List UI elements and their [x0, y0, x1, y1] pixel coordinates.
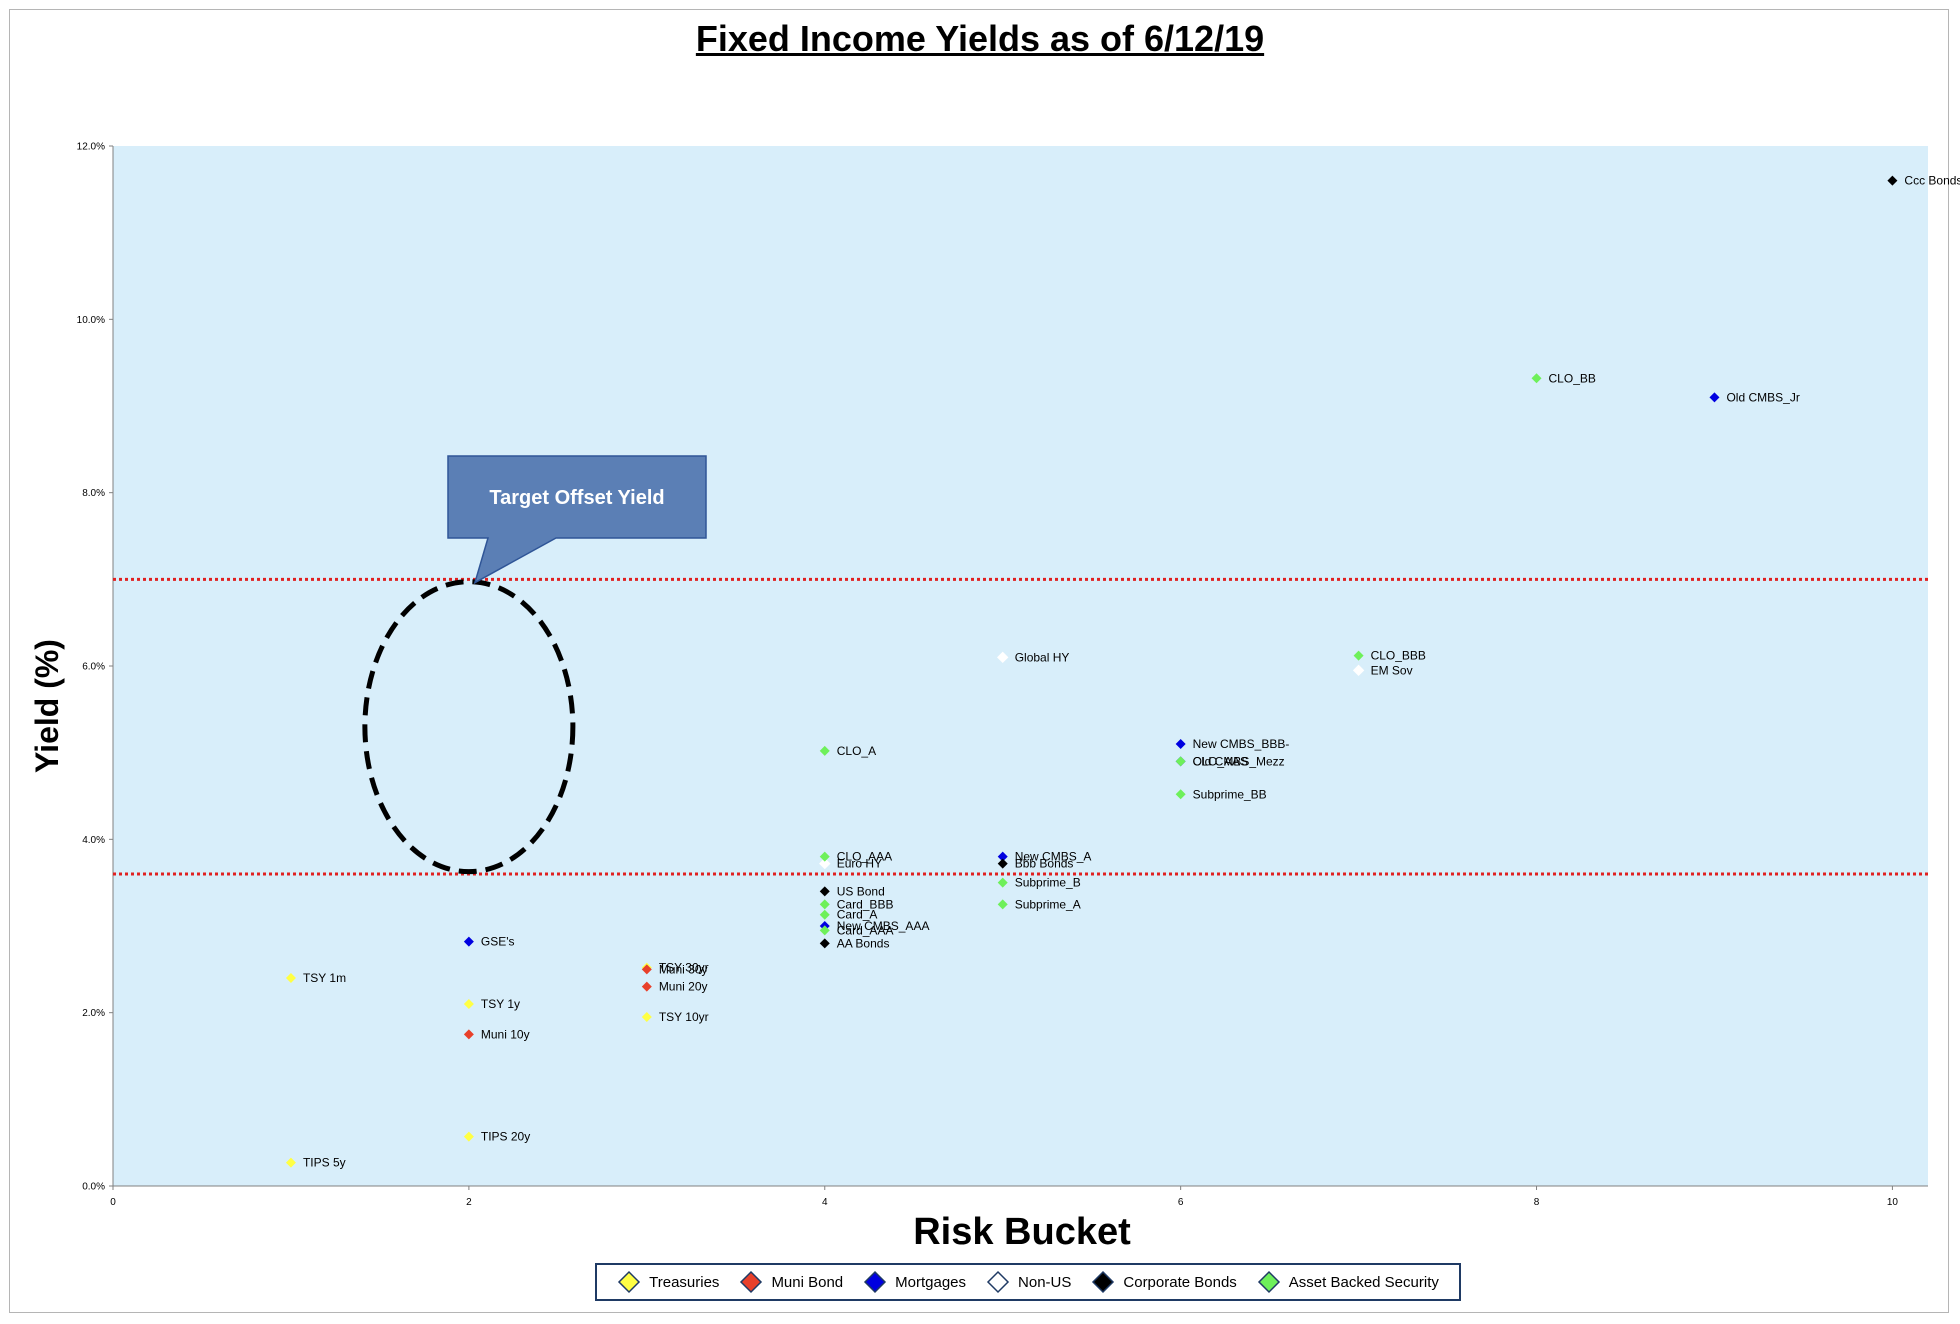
- callout-text: Target Offset Yield: [489, 487, 664, 509]
- point-label: Muni 30y: [659, 962, 708, 976]
- point-label: US Bond: [837, 884, 885, 898]
- point-label: Subprime_A: [1015, 897, 1081, 911]
- x-tick-label: 0: [110, 1197, 116, 1208]
- legend-diamond-icon: [1257, 1270, 1280, 1294]
- legend-diamond-icon: [864, 1270, 887, 1294]
- y-tick-label: 2.0%: [82, 1008, 105, 1019]
- point-label: CLO_BB: [1549, 371, 1596, 385]
- legend-label: Non-US: [1018, 1273, 1072, 1291]
- y-tick-label: 4.0%: [82, 835, 105, 846]
- y-axis-title: Yield (%): [29, 639, 65, 773]
- point-label: GSE's: [481, 935, 515, 949]
- legend-label: Corporate Bonds: [1123, 1273, 1237, 1291]
- point-label: CLO_A: [837, 744, 876, 758]
- point-label: Old CMBS_Jr: [1726, 390, 1799, 404]
- x-tick-label: 10: [1887, 1197, 1899, 1208]
- legend-label: Mortgages: [895, 1273, 967, 1291]
- point-label: Global HY: [1015, 650, 1070, 664]
- legend-item: Muni Bond: [739, 1270, 843, 1294]
- point-label: TSY 1y: [481, 997, 520, 1011]
- legend-item: Asset Backed Security: [1257, 1270, 1439, 1294]
- point-label: CLO_AAS: [1193, 754, 1248, 768]
- point-label: Bbb Bonds: [1015, 857, 1074, 871]
- point-label: CLO_AAA: [837, 850, 892, 864]
- y-tick-label: 12.0%: [77, 142, 105, 153]
- point-label: TIPS 20y: [481, 1130, 530, 1144]
- legend-label: Muni Bond: [771, 1273, 844, 1291]
- x-tick-label: 2: [466, 1197, 472, 1208]
- y-tick-label: 8.0%: [82, 488, 105, 499]
- point-label: New CMBS_BBB-: [1193, 737, 1290, 751]
- y-tick-label: 10.0%: [77, 315, 105, 326]
- y-tick-label: 6.0%: [82, 662, 105, 673]
- point-label: TSY 10yr: [659, 1010, 709, 1024]
- legend-item: Non-US: [986, 1270, 1071, 1294]
- scatter-chart: 0.0% 2.0% 4.0% 6.0% 8.0% 10.0% 12.0% 0 2 4 6 8 10 Ta…: [29, 142, 1960, 1254]
- x-tick-label: 4: [822, 1197, 828, 1208]
- x-tick-label: 6: [1178, 1197, 1184, 1208]
- point-label: Card_A: [837, 908, 878, 922]
- legend-diamond-icon: [986, 1270, 1010, 1294]
- legend-label: Treasuries: [649, 1273, 720, 1291]
- point-label: EM Sov: [1371, 663, 1413, 677]
- point-label: Subprime_BB: [1193, 787, 1267, 801]
- legend-diamond-icon: [1092, 1270, 1115, 1294]
- point-label: Muni 10y: [481, 1027, 530, 1041]
- y-tick-label: 0.0%: [82, 1182, 105, 1193]
- legend-item: Treasuries: [617, 1270, 719, 1294]
- point-label: Muni 20y: [659, 980, 708, 994]
- x-tick-label: 8: [1534, 1197, 1540, 1208]
- x-axis-title: Risk Bucket: [913, 1211, 1131, 1253]
- point-label: AA Bonds: [837, 936, 890, 950]
- plot-area: [113, 146, 1928, 1186]
- legend-diamond-icon: [740, 1270, 763, 1294]
- point-label: Card_AAA: [837, 923, 894, 937]
- legend-diamond-icon: [618, 1270, 641, 1294]
- point-label: Ccc Bonds: [1904, 174, 1960, 188]
- legend-item: Corporate Bonds: [1091, 1270, 1237, 1294]
- point-label: TIPS 5y: [303, 1156, 346, 1170]
- legend-item: Mortgages: [863, 1270, 966, 1294]
- point-label: Subprime_B: [1015, 876, 1081, 890]
- legend: Treasuries Muni Bond Mortgages Non-US Corpor…: [595, 1263, 1461, 1301]
- legend-label: Asset Backed Security: [1288, 1273, 1439, 1291]
- point-label: TSY 1m: [303, 971, 346, 985]
- point-label: CLO_BBB: [1371, 649, 1426, 663]
